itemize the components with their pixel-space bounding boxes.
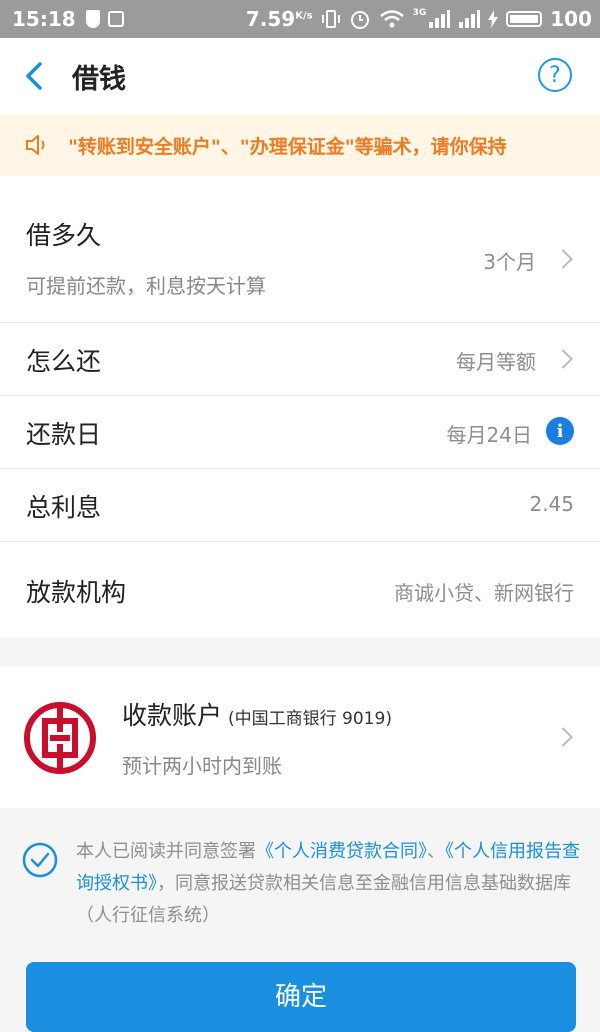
chevron-right-icon xyxy=(553,727,573,747)
status-bar: 15:18 7.59K/s 3G 100 xyxy=(0,0,600,38)
repay-day-value: 每月24日 xyxy=(446,423,532,447)
battery-level: 100 xyxy=(550,7,592,31)
loan-term-value: 3个月 xyxy=(483,250,536,274)
back-arrow-icon xyxy=(26,62,42,90)
consumer-loan-contract-link[interactable]: 《个人消费贷款合同》 xyxy=(256,841,427,862)
battery-icon xyxy=(506,11,543,27)
total-interest-label: 总利息 xyxy=(26,493,102,522)
institution-label: 放款机构 xyxy=(26,578,127,607)
network-type: 3G xyxy=(412,8,427,18)
info-icon[interactable]: i xyxy=(546,417,574,445)
question-mark-icon: ? xyxy=(549,62,561,88)
receiving-account-card[interactable]: 收款账户 (中国工商银行 9019) 预计两小时内到账 xyxy=(0,666,600,808)
account-bank: (中国工商银行 9019) xyxy=(228,709,392,729)
speaker-icon xyxy=(26,135,45,155)
fraud-notice-banner[interactable]: "转账到安全账户"、"办理保证金"等骗术，请你保持 xyxy=(0,114,600,176)
charging-icon xyxy=(488,10,499,28)
network-speed: 7.59K/s xyxy=(245,7,313,31)
wifi-icon xyxy=(379,10,404,28)
alarm-icon xyxy=(350,11,369,29)
loan-term-row[interactable]: 借多久 可提前还款，利息按天计算 3个月 xyxy=(0,176,600,323)
institution-row: 放款机构 商诚小贷、新网银行 xyxy=(0,541,600,638)
vibrate-icon xyxy=(321,10,340,28)
loan-term-sub: 可提前还款，利息按天计算 xyxy=(26,274,266,298)
repay-day-row: 还款日 每月24日 i xyxy=(0,395,600,469)
notification-icon xyxy=(107,11,124,27)
status-time: 15:18 xyxy=(12,7,76,31)
chevron-right-icon xyxy=(553,349,573,369)
repay-method-label: 怎么还 xyxy=(26,347,102,376)
app-bar: 借钱 ? xyxy=(0,38,600,114)
chevron-right-icon xyxy=(553,249,573,269)
signal-icon-2 xyxy=(459,10,481,28)
page-title: 借钱 xyxy=(72,63,126,95)
arrival-estimate: 预计两小时内到账 xyxy=(122,754,282,778)
agreement-text: 本人已阅读并同意签署《个人消费贷款合同》、《个人信用报告查询授权书》，同意报送贷… xyxy=(76,841,580,926)
notice-text: "转账到安全账户"、"办理保证金"等骗术，请你保持 xyxy=(68,135,507,158)
help-button[interactable]: ? xyxy=(538,58,572,92)
shield-icon xyxy=(85,10,100,28)
repay-method-row[interactable]: 怎么还 每月等额 xyxy=(0,322,600,396)
loan-details-card: 借多久 可提前还款，利息按天计算 3个月 怎么还 每月等额 还款日 每月24日 … xyxy=(0,176,600,638)
account-label: 收款账户 (中国工商银行 9019) xyxy=(122,701,392,730)
checkbox-checked-icon[interactable] xyxy=(22,842,58,878)
total-interest-value: 2.45 xyxy=(529,492,574,516)
total-interest-row: 总利息 2.45 xyxy=(0,468,600,542)
signal-icon xyxy=(429,10,451,28)
repay-method-value: 每月等额 xyxy=(456,350,536,374)
confirm-button[interactable]: 确定 xyxy=(26,962,576,1032)
icbc-logo-icon xyxy=(24,702,96,774)
institution-value: 商诚小贷、新网银行 xyxy=(394,581,574,605)
back-button[interactable] xyxy=(24,56,48,96)
loan-term-label: 借多久 xyxy=(26,221,102,250)
repay-day-label: 还款日 xyxy=(26,420,102,449)
